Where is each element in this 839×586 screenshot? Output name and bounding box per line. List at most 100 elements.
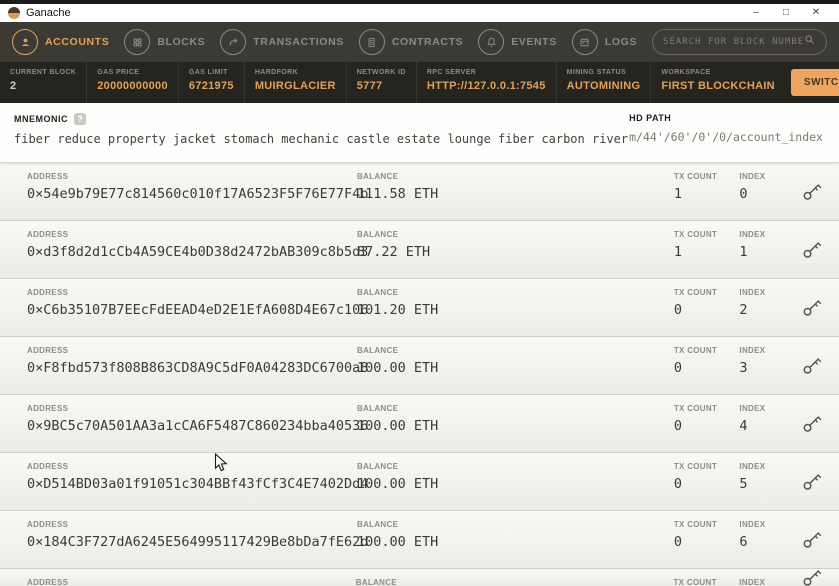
tx-count-value: 0 xyxy=(673,360,682,376)
tab-blocks[interactable]: BLOCKS xyxy=(124,29,205,55)
index-label: INDEX xyxy=(739,404,766,413)
stat-label: GAS PRICE xyxy=(97,69,140,76)
tab-logs[interactable]: LOGS xyxy=(571,29,637,55)
account-row: ADDRESS 0×D514BD03a01f91051c304BBf43fCf3C… xyxy=(0,453,839,511)
contract-icon xyxy=(358,29,385,55)
stat-gas-limit: GAS LIMIT 6721975 xyxy=(179,62,245,103)
switch-workspace-button[interactable]: SWITCH xyxy=(790,69,839,96)
index-label: INDEX xyxy=(739,346,766,355)
window-title: Ganache xyxy=(26,7,71,19)
stat-current-block: CURRENT BLOCK 2 xyxy=(0,62,88,103)
address-label: ADDRESS xyxy=(27,172,69,181)
index-label: INDEX xyxy=(739,520,766,529)
show-private-key-button[interactable] xyxy=(801,471,824,494)
stat-value: MUIRGLACIER xyxy=(254,80,336,92)
mnemonic-label: MNEMONIC xyxy=(14,114,68,124)
address-value: 0×C6b35107B7EEcFdEEAD4eD2E1EfA608D4E67c1… xyxy=(27,302,369,318)
balance-label: BALANCE xyxy=(357,462,399,471)
minimize-icon[interactable]: – xyxy=(741,4,771,22)
tx-count-value: 1 xyxy=(673,244,682,260)
key-icon xyxy=(801,471,824,494)
tx-count-label: TX COUNT xyxy=(673,230,718,239)
stat-label: CURRENT BLOCK xyxy=(10,69,77,76)
main-nav: ACCOUNTS BLOCKS TRANSACTIONS CONTRACTS E… xyxy=(0,22,839,62)
hd-path-block: HD PATH m/44'/60'/0'/0/account_index xyxy=(629,113,825,162)
balance-value: 100.00 ETH xyxy=(357,534,439,550)
stat-label: MINING STATUS xyxy=(566,69,627,76)
index-label: INDEX xyxy=(739,288,766,297)
tab-accounts[interactable]: ACCOUNTS xyxy=(12,29,109,55)
accounts-list: ADDRESS 0×54e9b79E77c814560c010f17A6523F5… xyxy=(0,163,839,586)
search-icon[interactable] xyxy=(803,33,816,51)
key-icon xyxy=(801,181,824,204)
show-private-key-button[interactable] xyxy=(801,355,824,378)
show-private-key-button[interactable] xyxy=(801,239,824,262)
tab-contracts[interactable]: CONTRACTS xyxy=(358,29,463,55)
address-value: 0×d3f8d2d1cCb4A59CE4b0D38d2472bAB309c8b5… xyxy=(27,244,369,260)
tx-count-value: 0 xyxy=(673,418,682,434)
mnemonic-phrase: fiber reduce property jacket stomach mec… xyxy=(14,132,629,146)
maximize-icon[interactable]: □ xyxy=(771,4,801,22)
show-private-key-button[interactable] xyxy=(801,297,824,320)
key-icon xyxy=(801,529,824,552)
balance-label: BALANCE xyxy=(357,404,399,413)
search-box[interactable] xyxy=(651,29,827,55)
stat-label: WORKSPACE xyxy=(661,69,711,76)
address-value: 0×184C3F727dA6245E564995117429Be8bDa7fE6… xyxy=(27,534,369,550)
tx-count-label: TX COUNT xyxy=(673,172,718,181)
balance-label: BALANCE xyxy=(357,520,399,529)
balance-label: BALANCE xyxy=(357,172,399,181)
address-label: ADDRESS xyxy=(27,520,69,529)
stat-value: 6721975 xyxy=(188,80,234,92)
index-value: 1 xyxy=(739,244,748,260)
balance-label: BALANCE xyxy=(357,288,399,297)
tab-transactions[interactable]: TRANSACTIONS xyxy=(220,29,344,55)
show-private-key-button[interactable] xyxy=(801,529,824,552)
show-private-key-button[interactable] xyxy=(801,413,824,436)
index-value: 4 xyxy=(739,418,748,434)
index-value: 5 xyxy=(739,476,748,492)
tab-transactions-label: TRANSACTIONS xyxy=(253,36,344,48)
ganache-logo-icon xyxy=(8,7,20,19)
stat-hardfork: HARDFORK MUIRGLACIER xyxy=(245,62,347,103)
tx-count-label: TX COUNT xyxy=(673,404,718,413)
balance-label: BALANCE xyxy=(357,230,399,239)
account-row-partial: ADDRESS BALANCE TX COUNT INDEX xyxy=(0,569,839,586)
tx-count-label: TX COUNT xyxy=(673,288,718,297)
tx-count-label: TX COUNT xyxy=(673,520,718,529)
balance-value: 100.00 ETH xyxy=(357,418,439,434)
blocks-icon xyxy=(124,29,151,55)
mnemonic-block: MNEMONIC ? fiber reduce property jacket … xyxy=(14,113,628,162)
address-value: 0×D514BD03a01f91051c304BBf43fCf3C4E7402D… xyxy=(27,476,369,492)
balance-value: 100.00 ETH xyxy=(357,476,439,492)
index-label: INDEX xyxy=(739,578,766,586)
tx-count-value: 0 xyxy=(673,302,682,318)
transactions-icon xyxy=(220,29,247,55)
stat-rpc-server: RPC SERVER HTTP://127.0.0.1:7545 xyxy=(417,62,557,103)
index-label: INDEX xyxy=(739,462,766,471)
address-label: ADDRESS xyxy=(27,230,69,239)
stat-network-id: NETWORK ID 5777 xyxy=(347,62,417,103)
stat-mining-status: MINING STATUS AUTOMINING xyxy=(557,62,652,103)
index-value: 6 xyxy=(739,534,748,550)
stat-label: RPC SERVER xyxy=(426,69,477,76)
person-icon xyxy=(12,29,38,55)
balance-label: BALANCE xyxy=(355,578,397,586)
address-label: ADDRESS xyxy=(27,462,69,471)
show-private-key-button[interactable] xyxy=(801,181,824,204)
help-icon[interactable]: ? xyxy=(74,113,86,125)
balance-label: BALANCE xyxy=(357,346,399,355)
tab-events[interactable]: EVENTS xyxy=(478,29,557,55)
bell-icon xyxy=(478,29,505,55)
close-icon[interactable]: ✕ xyxy=(801,4,831,22)
show-private-key-button[interactable] xyxy=(801,569,824,586)
tx-count-value: 1 xyxy=(673,186,682,202)
search-input[interactable] xyxy=(662,37,803,47)
stat-value: 2 xyxy=(10,80,17,92)
account-row: ADDRESS 0×d3f8d2d1cCb4A59CE4b0D38d2472bAB… xyxy=(0,221,839,279)
key-icon xyxy=(801,297,824,320)
titlebar: Ganache – □ ✕ xyxy=(0,4,839,22)
tab-accounts-label: ACCOUNTS xyxy=(45,36,110,48)
index-value: 0 xyxy=(739,186,748,202)
account-row: ADDRESS 0×184C3F727dA6245E564995117429Be8… xyxy=(0,511,839,569)
